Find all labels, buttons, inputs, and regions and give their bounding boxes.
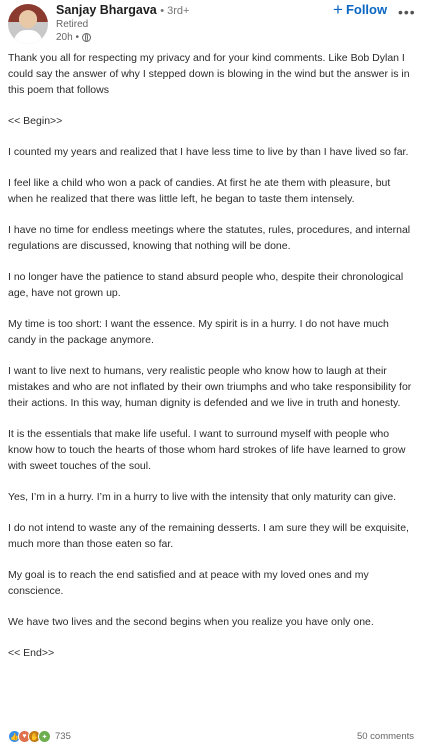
post-paragraph: I no longer have the patience to stand a… xyxy=(8,271,404,299)
post-paragraph: I counted my years and realized that I h… xyxy=(8,146,409,158)
post-paragraph: We have two lives and the second begins … xyxy=(8,616,374,628)
post-paragraph: I have no time for endless meetings wher… xyxy=(8,224,411,252)
post-paragraph: Yes, I’m in a hurry. I’m in a hurry to l… xyxy=(8,491,397,503)
follow-label: Follow xyxy=(345,2,388,17)
post-paragraph: My time is too short: I want the essence… xyxy=(8,318,389,346)
globe-icon xyxy=(81,33,91,42)
post-header: Sanjay Bhargava • 3rd+ Retired 20h • + F… xyxy=(0,0,424,48)
connection-degree: • 3rd+ xyxy=(160,5,190,17)
post-timestamp: 20h • xyxy=(56,32,91,43)
reaction-count: 735 xyxy=(55,731,71,742)
post-paragraph: << Begin>> xyxy=(8,115,63,127)
timestamp-text: 20h • xyxy=(56,32,79,43)
post-paragraph: << End>> xyxy=(8,647,55,659)
reactions-summary[interactable]: 👍 ♥ ✋ ✦ 735 xyxy=(8,730,71,743)
author-headline: Retired xyxy=(56,19,89,30)
author-name[interactable]: Sanjay Bhargava xyxy=(56,3,157,17)
author-line[interactable]: Sanjay Bhargava • 3rd+ xyxy=(56,3,189,17)
post-paragraph: I do not intend to waste any of the rema… xyxy=(8,522,409,550)
post-body: Thank you all for respecting my privacy … xyxy=(8,50,416,676)
post-paragraph: My goal is to reach the end satisfied an… xyxy=(8,569,369,597)
comments-count-link[interactable]: 50 comments xyxy=(357,731,414,742)
post-paragraph: I want to live next to humans, very real… xyxy=(8,365,412,409)
post-paragraph: I feel like a child who won a pack of ca… xyxy=(8,177,391,205)
follow-button[interactable]: + Follow xyxy=(333,0,388,19)
post-paragraph: Thank you all for respecting my privacy … xyxy=(8,52,410,96)
celebrate-icon: ✦ xyxy=(38,730,51,743)
plus-icon: + xyxy=(333,0,343,19)
post-paragraph: It is the essentials that make life usef… xyxy=(8,428,406,472)
social-counts: 👍 ♥ ✋ ✦ 735 50 comments xyxy=(0,728,424,746)
more-options-icon[interactable]: ••• xyxy=(398,4,416,20)
avatar[interactable] xyxy=(8,4,48,44)
